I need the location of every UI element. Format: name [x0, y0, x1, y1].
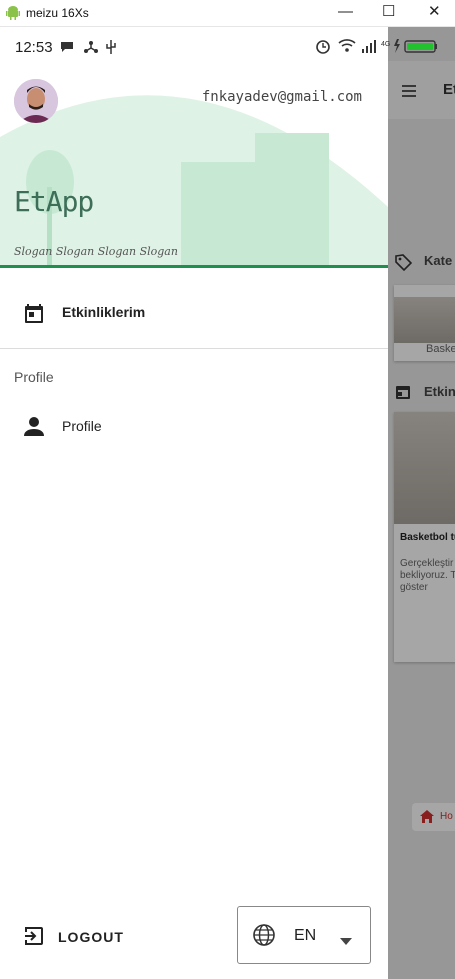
avatar[interactable] [14, 79, 58, 123]
app-slogan: Slogan Slogan Slogan Slogan [14, 245, 178, 258]
minimize-icon[interactable]: — [338, 4, 353, 20]
chevron-down-icon [340, 932, 352, 950]
status-time: 12:53 [15, 39, 53, 56]
message-icon [61, 42, 73, 52]
window-title: meizu 16Xs [26, 6, 89, 20]
usb-icon [106, 40, 116, 54]
globe-icon [252, 923, 276, 952]
header-divider [0, 265, 388, 268]
user-email: fnkayadev@gmail.com [201, 89, 362, 105]
person-icon [22, 415, 46, 444]
menu-divider [0, 348, 388, 349]
battery-icon [404, 40, 437, 53]
calendar-icon [22, 301, 46, 330]
language-select[interactable]: EN [237, 906, 371, 964]
language-value: EN [294, 927, 317, 944]
drawer-scrim[interactable] [388, 27, 455, 979]
drawer-item-label: Profile [62, 418, 102, 434]
drawer-item-profile[interactable]: Profile [0, 399, 388, 455]
alarm-icon [316, 40, 330, 54]
logout-icon [22, 924, 46, 953]
usb-share-icon [84, 41, 98, 53]
maximize-icon[interactable]: ☐ [382, 4, 395, 20]
logout-button[interactable]: LOGOUT [22, 924, 162, 950]
android-icon [6, 5, 20, 25]
wifi-icon [338, 39, 356, 52]
signal-icon [362, 40, 376, 53]
drawer-header: fnkayadev@gmail.com EtApp Slogan Slogan … [0, 67, 388, 267]
system-icons: 4G [315, 37, 439, 60]
drawer-item-etkinliklerim[interactable]: Etkinliklerim [0, 285, 388, 341]
status-bar: 12:53 4G [0, 27, 455, 67]
charging-icon [394, 39, 400, 53]
drawer-item-label: Etkinliklerim [62, 304, 146, 320]
section-header-profile: Profile [14, 369, 54, 385]
network-type: 4G [381, 41, 390, 48]
navigation-drawer: 12:53 4G fnkayadev@gmail.com EtApp Sloga… [0, 27, 437, 979]
app-title: EtApp [14, 185, 94, 218]
logout-label: LOGOUT [58, 929, 124, 945]
notification-icons [60, 39, 130, 58]
close-icon[interactable]: ✕ [428, 4, 441, 20]
window-title-bar: meizu 16Xs — ☐ ✕ [0, 0, 455, 27]
